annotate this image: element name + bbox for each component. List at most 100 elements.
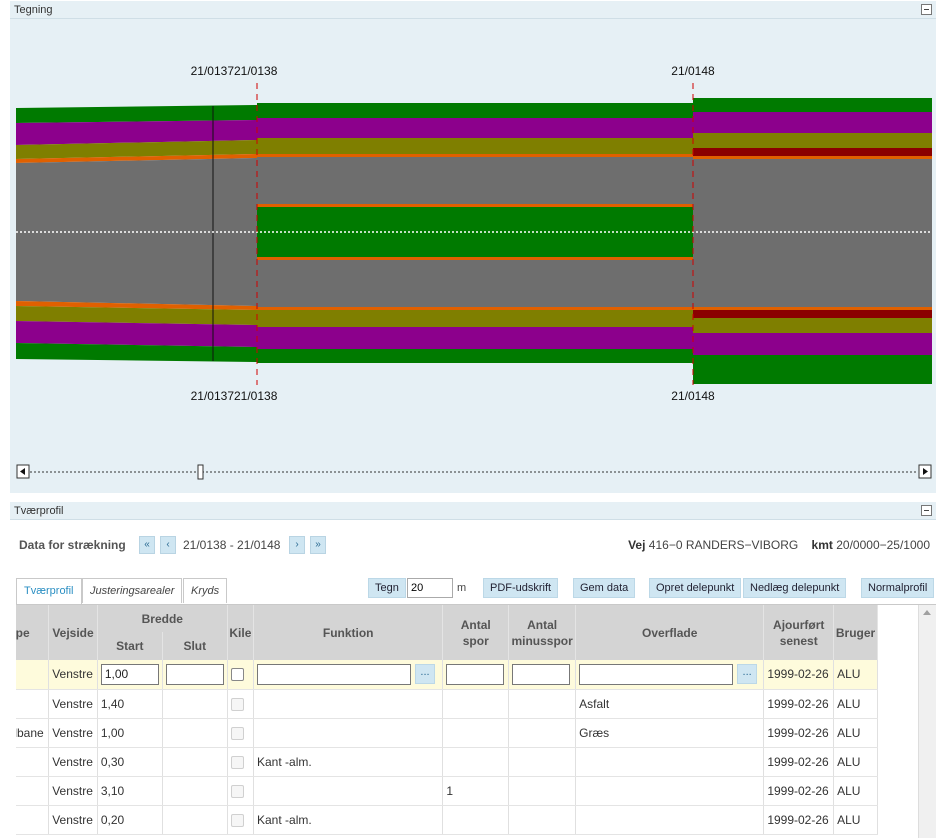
marker-1-bottom-label: 21/013721/0138 — [191, 389, 278, 403]
col-antal-minusspor[interactable]: Antal minusspor — [508, 605, 577, 660]
band-darkred-bottom-right — [693, 310, 932, 318]
table-row[interactable]: Venstre 0,20 Kant -alm. 1999-02-26 ALU — [16, 805, 878, 835]
next-strek-button[interactable]: › — [289, 536, 305, 554]
band-orange-top-right — [693, 156, 932, 159]
cell-antal-spor — [442, 718, 510, 748]
col-funktion[interactable]: Funktion — [253, 605, 444, 660]
collapse-profile-icon[interactable] — [921, 505, 932, 516]
table-row[interactable]: Venstre 1,40 Asfalt 1999-02-26 ALU — [16, 689, 878, 719]
kile-checkbox — [230, 726, 244, 740]
road-section-right — [693, 98, 932, 384]
col-ajourfort[interactable]: Ajourført senest — [763, 605, 835, 660]
tab-kryds[interactable]: Kryds — [183, 578, 228, 603]
marker-2-top-label: 21/0148 — [671, 64, 715, 78]
band-median-green — [257, 207, 693, 257]
start-input[interactable] — [100, 663, 159, 685]
cell-funktion: Kant -alm. — [253, 805, 444, 835]
band-olive-top-mid — [257, 138, 693, 154]
normal-profile-button[interactable]: Normalprofil — [861, 578, 935, 598]
col-start[interactable]: Start — [97, 632, 163, 660]
collapse-drawing-icon[interactable] — [921, 4, 932, 15]
drawing-canvas: 21/013721/0138 21/013721/0138 21/0148 21… — [10, 19, 936, 493]
cell-bruger: ALU — [833, 747, 878, 777]
cell-funktion: ... — [253, 660, 444, 690]
road-section-middle — [257, 103, 693, 363]
cell-overflade — [575, 805, 765, 835]
first-strek-button[interactable]: « — [139, 536, 155, 554]
tegn-distance-input[interactable] — [407, 578, 453, 598]
band-orange-bottom-right — [693, 307, 932, 310]
drawing-panel-title: Tegning — [14, 4, 53, 16]
profile-panel: Data for strækning « ‹ 21/0138 - 21/0148… — [10, 521, 936, 838]
funktion-input[interactable] — [257, 663, 411, 685]
cell-type — [16, 747, 50, 777]
profile-panel-header: Tværprofil — [10, 502, 936, 520]
cell-antal-minusspor — [508, 660, 577, 690]
band-olive-top-right — [693, 133, 932, 148]
last-strek-button[interactable]: » — [310, 536, 326, 554]
save-data-button[interactable]: Gem data — [573, 578, 636, 598]
slider-handle[interactable] — [197, 464, 204, 480]
col-overflade[interactable]: Overflade — [575, 605, 765, 660]
antal-spor-input[interactable] — [446, 663, 505, 685]
cell-overflade: Asfalt — [575, 689, 765, 719]
antal-minusspor-input[interactable] — [512, 663, 571, 685]
table-row-edit[interactable]: Venstre ... ... 1999-02-26 ALU — [16, 660, 878, 690]
cell-kile — [227, 718, 255, 748]
table-row[interactable]: Venstre 3,10 1 1999-02-26 ALU — [16, 776, 878, 806]
col-type[interactable]: Type — [16, 605, 50, 660]
kile-checkbox[interactable] — [230, 668, 244, 682]
create-split-point-button[interactable]: Opret delepunkt — [649, 578, 742, 598]
cell-kile — [227, 805, 255, 835]
cell-antal-minusspor — [508, 805, 577, 835]
kile-checkbox — [230, 813, 244, 827]
band-purple-bottom-left — [16, 321, 257, 347]
slut-input[interactable] — [165, 663, 224, 685]
grid-vertical-scrollbar[interactable] — [918, 605, 936, 838]
table-row[interactable]: Cykelbane Venstre 1,00 Græs 1999-02-26 A… — [16, 718, 878, 748]
col-slut[interactable]: Slut — [162, 632, 228, 660]
cell-funktion — [253, 689, 444, 719]
cell-vejside: Venstre — [48, 805, 98, 835]
marker-2-bottom-label: 21/0148 — [671, 389, 715, 403]
cell-antal-spor — [442, 805, 510, 835]
cell-start — [97, 660, 163, 690]
cell-overflade — [575, 776, 765, 806]
pdf-export-button[interactable]: PDF-udskrift — [483, 578, 559, 598]
col-antal-spor[interactable]: Antal spor — [442, 605, 510, 660]
cell-kile — [227, 689, 255, 719]
overflade-picker-button[interactable]: ... — [737, 664, 758, 685]
col-bruger[interactable]: Bruger — [833, 605, 878, 660]
cell-start: 0,30 — [97, 747, 163, 777]
cell-antal-minusspor — [508, 747, 577, 777]
col-kile[interactable]: Kile — [227, 605, 255, 660]
tegn-button[interactable]: Tegn — [368, 578, 406, 598]
cell-overflade: Græs — [575, 718, 765, 748]
prev-strek-button[interactable]: ‹ — [160, 536, 176, 554]
band-orange-top-mid — [257, 154, 693, 157]
cell-antal-spor — [442, 689, 510, 719]
table-row[interactable]: Venstre 0,30 Kant -alm. 1999-02-26 ALU — [16, 747, 878, 777]
tab-tvaerprofil[interactable]: Tværprofil — [16, 578, 82, 604]
cell-vejside: Venstre — [48, 776, 98, 806]
strek-title: Data for strækning — [19, 538, 126, 552]
position-slider[interactable] — [16, 464, 932, 480]
profile-grid: Type Vejside Bredde Kile Funktion Antal … — [16, 604, 936, 838]
cell-slut — [162, 776, 228, 806]
col-vejside[interactable]: Vejside — [48, 605, 98, 660]
cell-type — [16, 660, 50, 690]
overflade-input[interactable] — [579, 663, 734, 685]
kmt-label: kmt — [811, 538, 833, 552]
funktion-picker-button[interactable]: ... — [415, 664, 435, 685]
profile-grid-viewport[interactable]: Type Vejside Bredde Kile Funktion Antal … — [16, 605, 910, 838]
tab-justeringsarealer[interactable]: Justeringsarealer — [82, 578, 183, 603]
band-gray-right — [693, 159, 932, 307]
cell-type — [16, 805, 50, 835]
remove-split-point-button[interactable]: Nedlæg delepunkt — [743, 578, 847, 598]
scroll-up-arrow-icon[interactable] — [923, 610, 931, 615]
kmt-value: 20/0000−25/1000 — [836, 538, 930, 552]
vej-info: Vej 416−0 RANDERS−VIBORG kmt 20/0000−25/… — [628, 538, 930, 552]
col-bredde: Bredde — [97, 605, 228, 632]
band-darkred-top-right — [693, 148, 932, 156]
vej-value: 416−0 RANDERS−VIBORG — [648, 538, 799, 552]
